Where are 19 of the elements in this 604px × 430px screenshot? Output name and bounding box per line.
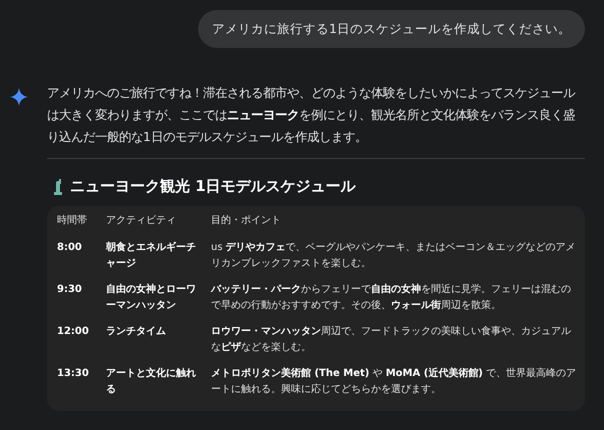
table-cell: ロウワー・マンハッタン周辺で、フードトラックの美味しい食事や、カジュアルなピザなどを楽しむ。 xyxy=(211,326,571,353)
user-message: アメリカに旅行する1日のスケジュールを作成してください。 xyxy=(198,10,585,48)
table-cell: 12:00 xyxy=(57,326,89,337)
table-cell: アートと文化に触れる xyxy=(106,368,196,395)
table-cell: バッテリー・パークからフェリーで自由の女神を間近に見学。フェリーは混むので早めの行動がおすすめです。その後、ウォール街周辺を散策。 xyxy=(211,284,571,311)
sparkle-icon xyxy=(10,88,28,106)
response-paragraph: アメリカへのご旅行ですね！滞在される都市や、どのような体験をしたいかによってスケジュールは大きく変わりますが、ここではニューヨークを例にとり、観光名所と文化体験をバランス良く盛り込んだ一般的な1日のモデルスケジュールを作成します。 xyxy=(47,85,576,146)
table-cell: 13:30 xyxy=(57,368,89,379)
column-header: 時間帯 xyxy=(57,215,87,226)
section-heading: ニューヨーク観光 1日モデルスケジュール xyxy=(70,177,356,196)
table-cell: 8:00 xyxy=(57,242,82,253)
column-header: アクティビティ xyxy=(106,215,176,226)
table-cell: 朝食とエネルギーチャージ xyxy=(106,242,196,269)
table-cell: us デリやカフェで、ベーグルやパンケーキ、またはベーコン＆エッグなどのアメリカンブレックファストを楽しむ。 xyxy=(211,242,576,269)
column-header: 目的・ポイント xyxy=(211,215,281,226)
table-cell: メトロポリタン美術館 (The Met) や MoMA (近代美術館) で、世界最高峰のアートに触れる。興味に応じてどちらかを選びます。 xyxy=(211,368,576,395)
table-cell: 自由の女神とローワーマンハッタン xyxy=(106,284,196,311)
table-cell: ランチタイム xyxy=(106,326,166,337)
table-cell: 9:30 xyxy=(57,284,82,295)
